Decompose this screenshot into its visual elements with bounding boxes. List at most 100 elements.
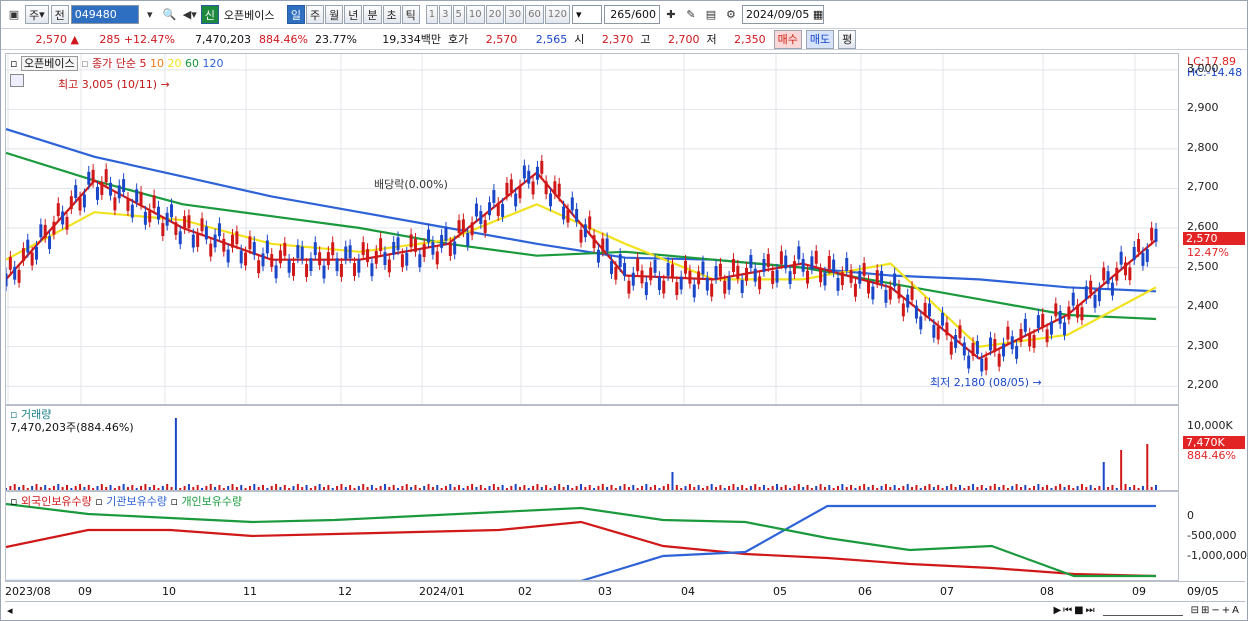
stop-icon[interactable]: ■ bbox=[1074, 605, 1083, 616]
volume-bar bbox=[70, 488, 73, 490]
code-input[interactable]: 049480 bbox=[70, 5, 139, 24]
buy-button[interactable]: 매수 bbox=[773, 29, 802, 49]
stock-name: 오픈베이스 bbox=[220, 5, 285, 24]
interval-20[interactable]: 20 bbox=[485, 5, 505, 24]
holdings-axis-1m: -1,000,000 bbox=[1187, 549, 1247, 562]
candle-body bbox=[518, 185, 522, 199]
interval-120[interactable]: 120 bbox=[544, 5, 570, 24]
x-tick-9: 05 bbox=[773, 585, 787, 598]
volume-bar bbox=[832, 488, 835, 490]
candle-body bbox=[387, 259, 391, 273]
volume-bar bbox=[684, 486, 687, 490]
search-icon[interactable]: 🔍 bbox=[161, 5, 179, 24]
window-icon[interactable]: ▣ bbox=[5, 5, 23, 24]
volume-bar bbox=[532, 486, 535, 490]
candle-body bbox=[771, 271, 775, 284]
candle-body bbox=[531, 181, 535, 195]
tab-6[interactable]: 틱 bbox=[401, 5, 420, 24]
volume-value: 7,470,203 bbox=[195, 32, 251, 46]
volume-bar bbox=[1019, 487, 1022, 490]
candle-body bbox=[914, 305, 918, 319]
volume-bar bbox=[810, 488, 813, 490]
interval-60[interactable]: 60 bbox=[525, 5, 544, 24]
tab-3[interactable]: 년 bbox=[344, 5, 363, 24]
candle-body bbox=[880, 271, 884, 284]
candle-body bbox=[104, 169, 108, 183]
volume-bar bbox=[87, 485, 90, 490]
x-tick-4: 12 bbox=[338, 585, 352, 598]
draw-icon[interactable]: ✎ bbox=[682, 5, 700, 24]
volume-bar bbox=[1120, 450, 1123, 490]
candle-body bbox=[152, 195, 156, 209]
count-field[interactable]: 265/600 bbox=[603, 5, 660, 24]
volume-bar bbox=[580, 484, 582, 490]
forward-icon[interactable]: ⏭ bbox=[1086, 605, 1095, 616]
volume-chart[interactable]: ▫ 거래량 7,470,203주(884.46%) bbox=[5, 405, 1179, 491]
scroll-bar[interactable]: ◂ ▶ ⏮ ■ ⏭ ⊟ ⊞ − + A bbox=[5, 601, 1245, 619]
tab-2[interactable]: 월 bbox=[325, 5, 344, 24]
interval-select[interactable]: ▾ bbox=[571, 5, 602, 24]
speaker-icon[interactable]: ◀▾ bbox=[181, 5, 199, 24]
candle-body bbox=[252, 242, 256, 255]
holdings-chart[interactable]: ▫ 외국인보유수량 ▫ 기관보유수량 ▫ 개인보유수량 bbox=[5, 491, 1179, 581]
scroll-left-icon[interactable]: ◂ bbox=[7, 604, 13, 617]
plus-icon[interactable]: + bbox=[1222, 605, 1230, 616]
interval-buttons: 1 3 5 10 20 30 60 120 bbox=[425, 5, 570, 24]
candle-body bbox=[797, 246, 801, 260]
candle-body bbox=[34, 246, 38, 260]
save-icon[interactable]: ▤ bbox=[702, 5, 720, 24]
zoom-out-icon[interactable]: ⊟ bbox=[1191, 605, 1199, 616]
candle-body bbox=[1137, 239, 1141, 252]
period-select[interactable]: 주 ▾ bbox=[25, 5, 49, 24]
candle-body bbox=[1132, 247, 1136, 260]
interval-30[interactable]: 30 bbox=[505, 5, 525, 24]
volume-bar bbox=[510, 486, 513, 490]
volume-bar bbox=[196, 485, 199, 490]
tab-1[interactable]: 주 bbox=[306, 5, 325, 24]
avg-button[interactable]: 평 bbox=[838, 29, 857, 49]
tab-5[interactable]: 초 bbox=[382, 5, 401, 24]
tab-4[interactable]: 분 bbox=[363, 5, 382, 24]
grid-icon[interactable] bbox=[10, 74, 24, 87]
candle-body bbox=[26, 239, 30, 253]
volume-tag: 7,470K bbox=[1183, 436, 1245, 449]
dividend-annotation: 배당락(0.00%) bbox=[374, 178, 448, 191]
sell-button[interactable]: 매도 bbox=[805, 29, 835, 49]
interval-3[interactable]: 3 bbox=[439, 5, 452, 24]
candle-body bbox=[540, 160, 544, 174]
volume-bar bbox=[1024, 485, 1027, 490]
rewind-icon[interactable]: ⏮ bbox=[1063, 605, 1072, 616]
crosshair-icon[interactable]: ✚ bbox=[662, 5, 680, 24]
price-chart[interactable]: ▫ 오픈베이스 ▫ 종가 단순 5 10 20 60 120 최고 3,005 … bbox=[5, 53, 1179, 405]
candle-body bbox=[52, 221, 56, 235]
volume-bar bbox=[658, 488, 661, 490]
minus-icon[interactable]: − bbox=[1211, 605, 1219, 616]
new-button[interactable]: 신 bbox=[200, 5, 219, 24]
volume-bar bbox=[227, 486, 230, 490]
interval-5[interactable]: 5 bbox=[452, 5, 465, 24]
interval-1[interactable]: 1 bbox=[425, 5, 439, 24]
volume-bar bbox=[1050, 488, 1053, 490]
font-icon[interactable]: A bbox=[1232, 605, 1239, 616]
volume-bar bbox=[131, 485, 134, 490]
volume-bar bbox=[954, 487, 957, 490]
candle-body bbox=[366, 249, 370, 263]
play-icon[interactable]: ▶ bbox=[1053, 605, 1061, 616]
date-field[interactable]: 2024/09/05 ▦ bbox=[741, 5, 824, 24]
candle-body bbox=[222, 238, 226, 252]
volume-bar bbox=[31, 486, 34, 490]
zoom-in-icon[interactable]: ⊞ bbox=[1201, 605, 1209, 616]
chevron-down-icon[interactable]: ▾ bbox=[141, 5, 159, 24]
prev-button[interactable]: 전 bbox=[50, 5, 69, 24]
interval-10[interactable]: 10 bbox=[465, 5, 485, 24]
zoom-slider[interactable] bbox=[1102, 605, 1183, 616]
candle-body bbox=[941, 312, 945, 326]
legend-stock-name[interactable]: 오픈베이스 bbox=[20, 56, 78, 71]
gear-icon[interactable]: ⚙ bbox=[722, 5, 740, 24]
candle-body bbox=[1071, 292, 1075, 306]
volume-bar bbox=[802, 487, 805, 490]
volume-bar bbox=[174, 418, 177, 490]
volume-bar bbox=[688, 484, 691, 490]
volume-bar bbox=[375, 488, 378, 490]
tab-0[interactable]: 일 bbox=[286, 5, 306, 24]
